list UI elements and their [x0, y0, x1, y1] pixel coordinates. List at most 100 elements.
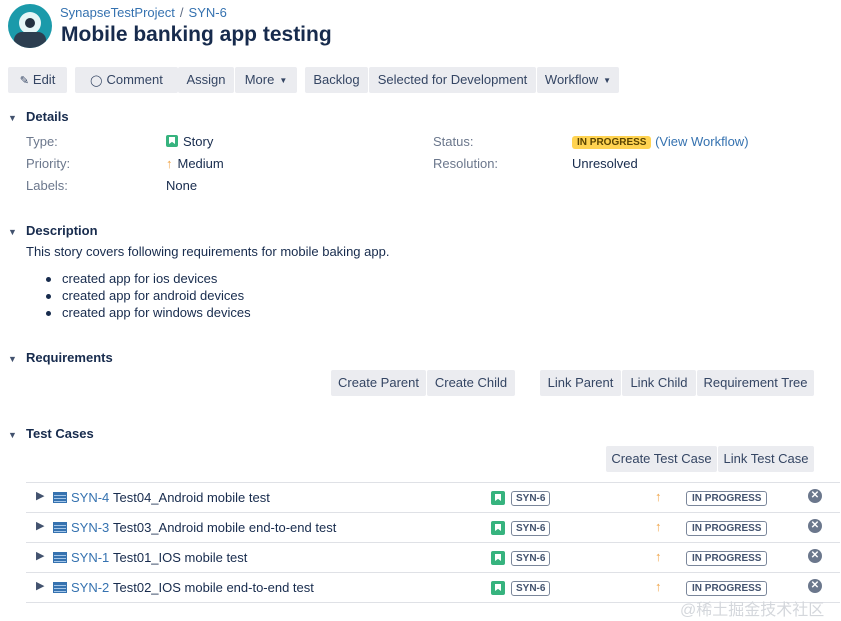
- test-case-icon: [53, 522, 67, 533]
- create-child-button[interactable]: Create Child: [427, 370, 515, 396]
- breadcrumb-separator: /: [179, 5, 184, 20]
- remove-x-icon[interactable]: ✕: [808, 549, 822, 563]
- priority-value: ↑ Medium: [166, 156, 224, 171]
- status-badge: IN PROGRESS: [572, 136, 652, 149]
- status-badge: IN PROGRESS: [686, 581, 768, 596]
- arrow-up-icon: ↑: [655, 519, 662, 534]
- project-avatar[interactable]: [8, 4, 52, 48]
- assign-button[interactable]: Assign: [178, 67, 234, 93]
- test-case-key-link[interactable]: SYN-4: [71, 490, 109, 505]
- breadcrumb-issue-link[interactable]: SYN-6: [189, 5, 227, 20]
- chevron-right-icon[interactable]: ▶: [36, 489, 44, 502]
- labels-label: Labels:: [26, 178, 68, 193]
- test-case-key-link[interactable]: SYN-1: [71, 550, 109, 565]
- more-button[interactable]: More ▼: [235, 67, 297, 93]
- test-case-key-link[interactable]: SYN-3: [71, 520, 109, 535]
- arrow-up-icon: ↑: [655, 549, 662, 564]
- parent-key-badge: SYN-6: [511, 521, 551, 536]
- chevron-right-icon[interactable]: ▶: [36, 519, 44, 532]
- table-row[interactable]: ▶ SYN-1 Test01_IOS mobile test SYN-6 ↑ I…: [26, 543, 840, 573]
- arrow-up-icon: ↑: [655, 579, 662, 594]
- story-bookmark-icon: [491, 551, 505, 565]
- status-value: IN PROGRESS (View Workflow): [572, 134, 749, 149]
- resolution-label: Resolution:: [433, 156, 499, 171]
- chevron-down-icon: ▼: [279, 76, 288, 85]
- link-child-button[interactable]: Link Child: [622, 370, 696, 396]
- list-item: created app for windows devices: [46, 304, 251, 321]
- view-workflow-link[interactable]: (View Workflow): [655, 134, 748, 149]
- description-bullet-list: created app for ios devices created app …: [46, 270, 251, 321]
- selected-for-development-label: Selected for Development: [377, 72, 528, 87]
- comment-button-label: Comment: [106, 72, 163, 87]
- chevron-down-icon: ▼: [8, 430, 17, 440]
- chevron-down-icon: ▼: [603, 76, 612, 85]
- comment-button[interactable]: ◯ Comment: [75, 67, 178, 93]
- assign-button-label: Assign: [186, 72, 226, 87]
- remove-x-icon[interactable]: ✕: [808, 519, 822, 533]
- parent-key-badge: SYN-6: [511, 551, 551, 566]
- pencil-icon: ✎: [19, 75, 29, 87]
- parent-key-badge: SYN-6: [511, 491, 551, 506]
- chevron-right-icon[interactable]: ▶: [36, 549, 44, 562]
- arrow-up-icon: ↑: [166, 156, 173, 171]
- table-row[interactable]: ▶ SYN-4 Test04_Android mobile test SYN-6…: [26, 483, 840, 513]
- link-test-case-button[interactable]: Link Test Case: [718, 446, 814, 472]
- labels-value: None: [166, 178, 198, 193]
- create-parent-button[interactable]: Create Parent: [331, 370, 426, 396]
- story-bookmark-icon: [491, 581, 505, 595]
- edit-button-label: Edit: [32, 72, 56, 87]
- requirements-heading: Requirements: [26, 350, 113, 365]
- status-label: Status:: [433, 134, 474, 149]
- description-text: This story covers following requirements…: [26, 244, 390, 259]
- status-badge: IN PROGRESS: [686, 491, 768, 506]
- requirements-section-toggle[interactable]: ▼ Requirements: [8, 350, 113, 365]
- details-heading: Details: [26, 109, 69, 124]
- chevron-down-icon: ▼: [8, 227, 17, 237]
- test-case-icon: [53, 582, 67, 593]
- story-bookmark-icon: [166, 135, 178, 147]
- test-case-icon: [53, 492, 67, 503]
- avatar-eye: [25, 18, 35, 28]
- backlog-button[interactable]: Backlog: [305, 67, 368, 93]
- chevron-right-icon[interactable]: ▶: [36, 579, 44, 592]
- chevron-down-icon: ▼: [8, 354, 17, 364]
- test-case-summary[interactable]: Test04_Android mobile test: [113, 490, 270, 505]
- create-test-case-button[interactable]: Create Test Case: [606, 446, 717, 472]
- test-cases-section-toggle[interactable]: ▼ Test Cases: [8, 426, 94, 441]
- test-case-summary[interactable]: Test02_IOS mobile end-to-end test: [113, 580, 314, 595]
- test-cases-heading: Test Cases: [26, 426, 94, 441]
- description-section-toggle[interactable]: ▼ Description: [8, 223, 98, 238]
- page-title: Mobile banking app testing: [61, 23, 332, 46]
- list-item: created app for android devices: [46, 287, 251, 304]
- requirement-tree-button[interactable]: Requirement Tree: [697, 370, 814, 396]
- speech-bubble-icon: ◯: [90, 75, 103, 87]
- arrow-up-icon: ↑: [655, 489, 662, 504]
- priority-value-text: Medium: [177, 156, 224, 171]
- parent-key-badge: SYN-6: [511, 581, 551, 596]
- resolution-value: Unresolved: [572, 156, 638, 171]
- test-case-summary[interactable]: Test01_IOS mobile test: [113, 550, 247, 565]
- watermark: @稀土掘金技术社区: [680, 602, 825, 619]
- status-badge: IN PROGRESS: [686, 521, 768, 536]
- test-case-summary[interactable]: Test03_Android mobile end-to-end test: [113, 520, 336, 535]
- chevron-down-icon: ▼: [8, 113, 17, 123]
- breadcrumb-project-link[interactable]: SynapseTestProject: [60, 5, 175, 20]
- remove-x-icon[interactable]: ✕: [808, 579, 822, 593]
- type-value: Story: [166, 134, 213, 149]
- test-case-key-link[interactable]: SYN-2: [71, 580, 109, 595]
- edit-button[interactable]: ✎ Edit: [8, 67, 67, 93]
- more-button-label: More: [244, 72, 275, 87]
- type-label: Type:: [26, 134, 58, 149]
- table-row[interactable]: ▶ SYN-3 Test03_Android mobile end-to-end…: [26, 513, 840, 543]
- selected-for-development-button[interactable]: Selected for Development: [369, 67, 536, 93]
- priority-label: Priority:: [26, 156, 71, 171]
- story-bookmark-icon: [491, 521, 505, 535]
- remove-x-icon[interactable]: ✕: [808, 489, 822, 503]
- details-section-toggle[interactable]: ▼ Details: [8, 109, 69, 124]
- workflow-button[interactable]: Workflow ▼: [537, 67, 619, 93]
- avatar-body: [14, 32, 46, 48]
- issue-header: SynapseTestProject / SYN-6 Mobile banking …: [8, 2, 838, 52]
- workflow-button-label: Workflow: [544, 72, 599, 87]
- link-parent-button[interactable]: Link Parent: [540, 370, 621, 396]
- breadcrumb: SynapseTestProject / SYN-6: [60, 5, 227, 20]
